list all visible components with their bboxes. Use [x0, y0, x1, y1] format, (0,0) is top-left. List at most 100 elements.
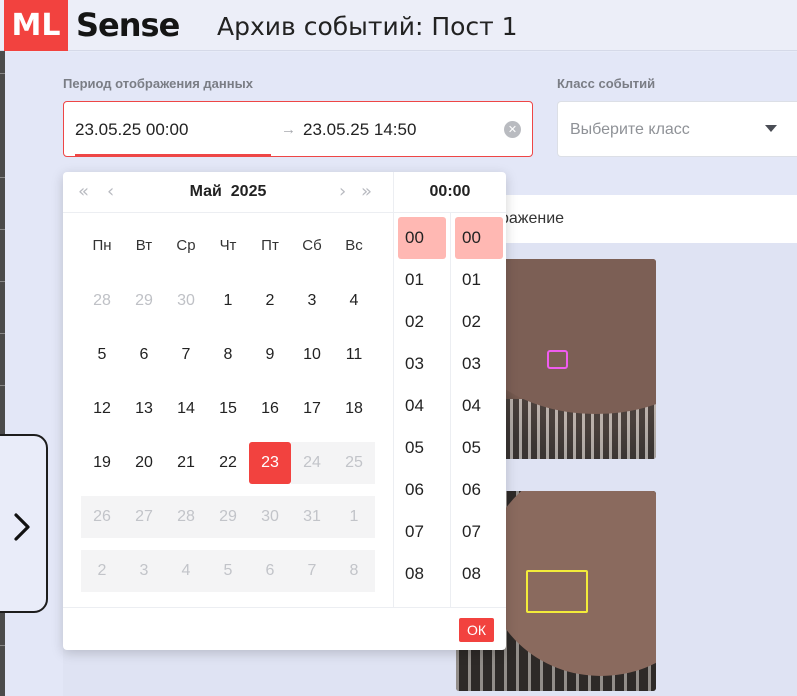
day-cell[interactable]: 3 — [291, 280, 333, 322]
period-label: Период отображения данных — [63, 76, 253, 91]
day-cell[interactable]: 15 — [207, 388, 249, 430]
day-cell-disabled: 7 — [291, 550, 333, 592]
hour-column[interactable]: 00 01 02 03 04 05 06 07 08 — [394, 213, 450, 607]
events-header-text: ражение — [500, 210, 565, 227]
week-row: 12 13 14 15 16 17 18 — [81, 388, 375, 430]
weekday-header: Пн Вт Ср Чт Пт Сб Вс — [81, 229, 375, 263]
events-table-header: ражение — [500, 195, 797, 243]
next-month-icon[interactable]: › — [339, 172, 346, 212]
day-cell-disabled: 25 — [333, 442, 375, 484]
day-cell-disabled: 8 — [333, 550, 375, 592]
day-cell[interactable]: 10 — [291, 334, 333, 376]
day-cell[interactable]: 6 — [123, 334, 165, 376]
day-cell-disabled: 30 — [249, 496, 291, 538]
day-cell[interactable]: 14 — [165, 388, 207, 430]
minute-option[interactable]: 01 — [455, 259, 503, 301]
day-cell[interactable]: 4 — [333, 280, 375, 322]
day-cell-disabled: 26 — [81, 496, 123, 538]
day-cell[interactable]: 19 — [81, 442, 123, 484]
day-cell[interactable]: 30 — [165, 280, 207, 322]
event-class-select[interactable]: Выберите класс — [557, 101, 797, 157]
day-cell[interactable]: 28 — [81, 280, 123, 322]
weekday-label: Ср — [176, 237, 196, 254]
page-title: Архив событий: Пост 1 — [217, 12, 518, 41]
year-label[interactable]: 2025 — [231, 183, 267, 200]
day-cell-disabled: 2 — [81, 550, 123, 592]
day-cell-disabled: 31 — [291, 496, 333, 538]
range-arrow-icon: → — [281, 121, 296, 138]
day-cell[interactable]: 13 — [123, 388, 165, 430]
day-cell[interactable]: 1 — [207, 280, 249, 322]
caret-down-icon — [765, 125, 777, 132]
logo-sense: Sense — [76, 6, 180, 44]
day-cell[interactable]: 16 — [249, 388, 291, 430]
range-end-input[interactable]: 23.05.25 14:50 — [303, 102, 416, 157]
minute-option[interactable]: 02 — [455, 301, 503, 343]
calendar-panel: Май 2025 « ‹ › » Пн Вт Ср Чт Пт Сб Вс 28… — [63, 172, 393, 607]
class-label: Класс событий — [557, 76, 656, 91]
minute-option-selected[interactable]: 00 — [455, 217, 503, 259]
minute-option[interactable]: 07 — [455, 511, 503, 553]
day-cell[interactable]: 12 — [81, 388, 123, 430]
day-cell-disabled: 27 — [123, 496, 165, 538]
hour-option[interactable]: 05 — [398, 427, 446, 469]
day-cell-disabled: 4 — [165, 550, 207, 592]
day-cell[interactable]: 5 — [81, 334, 123, 376]
day-cell[interactable]: 7 — [165, 334, 207, 376]
day-cell[interactable]: 22 — [207, 442, 249, 484]
week-row: 19 20 21 22 23 24 25 — [81, 442, 375, 484]
time-title: 00:00 — [429, 183, 471, 200]
prev-month-icon[interactable]: ‹ — [107, 172, 114, 212]
day-cell[interactable]: 8 — [207, 334, 249, 376]
day-cell[interactable]: 17 — [291, 388, 333, 430]
hour-option[interactable]: 08 — [398, 553, 446, 595]
day-cell[interactable]: 29 — [123, 280, 165, 322]
minute-option[interactable]: 08 — [455, 553, 503, 595]
day-cell[interactable]: 2 — [249, 280, 291, 322]
ok-button[interactable]: ОК — [459, 618, 494, 642]
weekday-label: Пн — [92, 237, 112, 254]
minute-option[interactable]: 03 — [455, 343, 503, 385]
day-cell-disabled: 24 — [291, 442, 333, 484]
hour-option-selected[interactable]: 00 — [398, 217, 446, 259]
day-cell[interactable]: 20 — [123, 442, 165, 484]
date-range-picker[interactable]: 23.05.25 00:00 → 23.05.25 14:50 ✕ — [63, 101, 533, 157]
day-cell-disabled: 6 — [249, 550, 291, 592]
next-year-icon[interactable]: » — [361, 172, 372, 212]
weekday-label: Вс — [345, 237, 363, 254]
day-cell[interactable]: 11 — [333, 334, 375, 376]
day-cell[interactable]: 18 — [333, 388, 375, 430]
hour-option[interactable]: 06 — [398, 469, 446, 511]
day-cell-disabled: 3 — [123, 550, 165, 592]
minute-option[interactable]: 05 — [455, 427, 503, 469]
minute-option[interactable]: 04 — [455, 385, 503, 427]
minute-option[interactable]: 06 — [455, 469, 503, 511]
day-cell-selected[interactable]: 23 — [249, 442, 291, 484]
week-row: 5 6 7 8 9 10 11 — [81, 334, 375, 376]
day-cell-disabled: 1 — [333, 496, 375, 538]
divider — [63, 212, 393, 213]
clear-icon[interactable]: ✕ — [504, 121, 521, 138]
prev-year-icon[interactable]: « — [78, 172, 89, 212]
minute-column[interactable]: 00 01 02 03 04 05 06 07 08 — [451, 213, 507, 607]
range-start-input[interactable]: 23.05.25 00:00 — [75, 102, 188, 157]
hour-option[interactable]: 03 — [398, 343, 446, 385]
hour-option[interactable]: 07 — [398, 511, 446, 553]
day-cell[interactable]: 21 — [165, 442, 207, 484]
day-cell[interactable]: 9 — [249, 334, 291, 376]
active-input-underline — [75, 154, 271, 156]
day-cell-disabled: 29 — [207, 496, 249, 538]
hour-option[interactable]: 01 — [398, 259, 446, 301]
class-placeholder: Выберите класс — [570, 121, 690, 138]
sidebar-toggle-button[interactable] — [0, 434, 48, 613]
month-label[interactable]: Май — [190, 183, 222, 200]
hour-option[interactable]: 02 — [398, 301, 446, 343]
week-row: 26 27 28 29 30 31 1 — [81, 496, 375, 538]
hour-option[interactable]: 04 — [398, 385, 446, 427]
weekday-label: Сб — [302, 237, 322, 254]
logo-ml: ML — [4, 0, 68, 51]
datetime-picker-popup: Май 2025 « ‹ › » Пн Вт Ср Чт Пт Сб Вс 28… — [63, 172, 506, 650]
top-bar: ML Sense Архив событий: Пост 1 — [0, 0, 797, 51]
chevron-right-icon — [14, 513, 30, 541]
divider — [63, 607, 506, 608]
